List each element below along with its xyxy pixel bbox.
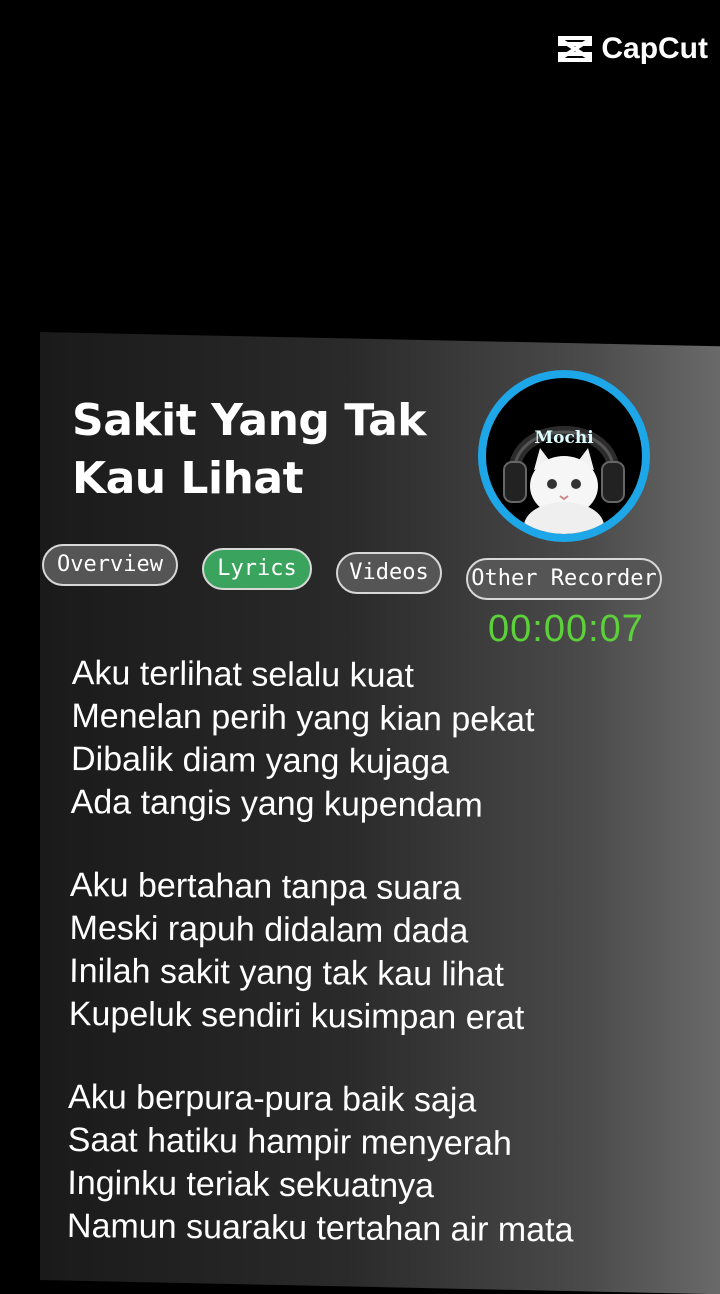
headphones-cat-icon xyxy=(503,426,625,534)
tab-overview[interactable]: Overview xyxy=(42,544,178,586)
lyric-line: Aku bertahan tanpa suara xyxy=(69,865,462,908)
lyrics-stanza: Aku berpura-pura baik saja Saat hatiku h… xyxy=(67,1076,688,1253)
tab-other-recorder[interactable]: Other Recorder xyxy=(466,558,662,600)
lyric-line: Saat hatiku hampir menyerah xyxy=(67,1120,513,1163)
tab-bar: Overview Lyrics Videos Other Recorder xyxy=(40,544,680,614)
lyric-line: Menelan perih yang kian pekat xyxy=(71,696,535,740)
lyrics-panel: Aku terlihat selalu kuat Menelan perih y… xyxy=(66,652,692,1293)
lyric-line: Inginku teriak sekuatnya xyxy=(67,1163,435,1206)
capcut-brand-text: CapCut xyxy=(601,32,708,65)
lyric-line: Meski rapuh didalam dada xyxy=(69,908,469,951)
song-title-line2: Kau Lihat xyxy=(72,453,304,504)
lyric-line: Inilah sakit yang tak kau lihat xyxy=(69,951,505,994)
playback-timer: 00:00:07 xyxy=(488,608,644,650)
song-title-line1: Sakit Yang Tak xyxy=(72,395,427,446)
lyric-line: Dibalik diam yang kujaga xyxy=(70,739,450,782)
lyric-line: Namun suaraku tertahan air mata xyxy=(66,1206,574,1250)
lyrics-stanza: Aku bertahan tanpa suara Meski rapuh did… xyxy=(69,864,690,1041)
tab-lyrics[interactable]: Lyrics xyxy=(202,548,312,590)
lyric-line: Aku terlihat selalu kuat xyxy=(71,653,415,695)
capcut-logo-icon xyxy=(558,36,593,62)
avatar-label: Mochi xyxy=(534,428,594,448)
avatar[interactable]: Mochi xyxy=(478,370,650,542)
tab-videos[interactable]: Videos xyxy=(336,552,442,594)
song-title: Sakit Yang Tak Kau Lihat xyxy=(72,392,452,508)
lyric-line: Kupeluk sendiri kusimpan erat xyxy=(68,994,525,1037)
capcut-watermark: CapCut xyxy=(557,32,708,66)
lyric-line: Ada tangis yang kupendam xyxy=(70,782,483,825)
lyric-line: Aku berpura-pura baik saja xyxy=(67,1077,477,1120)
lyrics-stanza: Aku terlihat selalu kuat Menelan perih y… xyxy=(70,652,691,829)
